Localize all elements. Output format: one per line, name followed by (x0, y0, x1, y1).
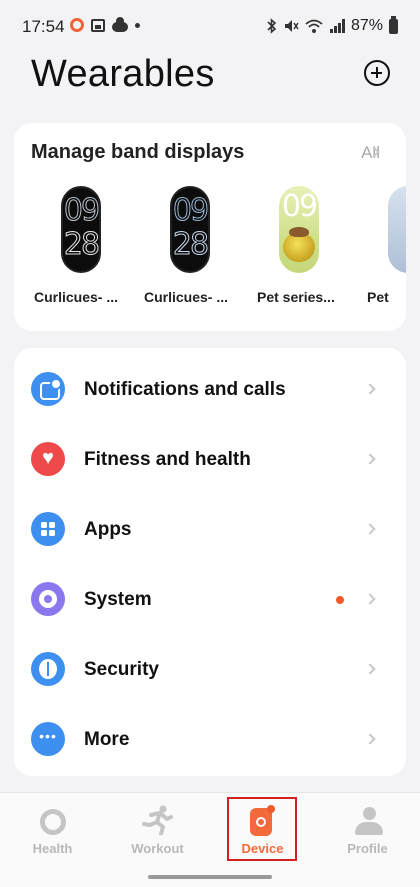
menu-item-label: Fitness and health (84, 449, 251, 470)
band-display-digits: 28 (63, 227, 99, 262)
nav-tab-label: Health (32, 841, 73, 856)
band-display-digits: 28 (172, 227, 208, 262)
band-display-digits: 09 (281, 189, 318, 224)
band-display-label[interactable]: Curlicues- ... (34, 289, 118, 305)
nav-tab-workout[interactable]: Workout (105, 793, 210, 863)
bluetooth-icon (267, 18, 277, 34)
recording-ring-icon (70, 18, 84, 32)
cloud-icon (112, 17, 128, 32)
bottom-navigation: Health Workout Device Profile (0, 792, 420, 887)
system-icon (31, 582, 65, 616)
apps-grid-icon (31, 512, 65, 546)
menu-item-label: Notifications and calls (84, 379, 286, 400)
pet-illustration (283, 227, 315, 262)
page-title: Wearables (31, 53, 215, 95)
status-right-icons: 87% (267, 15, 398, 35)
mute-icon (284, 20, 299, 32)
active-tab-highlight (227, 797, 297, 861)
battery-icon (389, 15, 398, 34)
menu-item-label: More (84, 729, 130, 750)
health-ring-icon (40, 809, 66, 835)
chevron-right-icon (364, 523, 376, 535)
battery-percent: 87% (350, 17, 383, 34)
band-display-digits: 09 (172, 193, 208, 228)
profile-icon (355, 807, 383, 837)
nav-tab-label: Profile (347, 841, 388, 856)
menu-item-more[interactable]: More (14, 703, 406, 773)
running-icon (142, 805, 173, 835)
nav-tab-health[interactable]: Health (0, 793, 105, 863)
band-displays-title: Manage band displays (31, 141, 245, 163)
more-icon (31, 722, 65, 756)
wifi-icon (305, 19, 323, 33)
band-display-digits: 09 (63, 193, 99, 228)
home-indicator[interactable] (148, 875, 272, 879)
band-display-1[interactable]: 09 28 (61, 186, 101, 273)
status-time: 17:54 (22, 17, 65, 36)
chevron-right-icon (364, 453, 376, 465)
band-display-label[interactable]: Pet series... (257, 289, 335, 305)
status-left-icons (70, 17, 140, 32)
menu-item-apps[interactable]: Apps (14, 493, 406, 563)
notification-icon (31, 372, 65, 406)
band-display-label[interactable]: Curlicues- ... (144, 289, 228, 305)
dot-icon (135, 22, 140, 28)
settings-menu-card: Notifications and calls Fitness and heal… (14, 348, 406, 776)
band-displays-card: Manage band displays All 09 28 Curlicues… (14, 123, 406, 331)
chevron-right-icon (364, 663, 376, 675)
chevron-right-icon (364, 593, 376, 605)
menu-item-notifications[interactable]: Notifications and calls (14, 353, 406, 423)
menu-item-security[interactable]: Security (14, 633, 406, 703)
status-bar: 17:54 87% (0, 0, 420, 52)
notification-dot (336, 596, 344, 604)
band-display-3[interactable]: 09 (279, 186, 319, 273)
menu-item-system[interactable]: System (14, 563, 406, 633)
menu-item-label: Apps (84, 519, 132, 540)
nav-tab-label: Workout (131, 841, 184, 856)
chevron-right-icon (364, 383, 376, 395)
chevron-right-icon (364, 733, 376, 745)
gallery-icon (91, 18, 105, 32)
add-device-button[interactable] (364, 60, 390, 86)
nav-tab-profile[interactable]: Profile (315, 793, 420, 863)
signal-icon (329, 19, 345, 33)
heart-icon (31, 442, 65, 476)
menu-item-fitness[interactable]: Fitness and health (14, 423, 406, 493)
menu-item-label: Security (84, 659, 159, 680)
band-display-4[interactable] (388, 186, 406, 273)
shield-icon (31, 652, 65, 686)
menu-item-label: System (84, 589, 152, 610)
band-display-2[interactable]: 09 28 (170, 186, 210, 273)
band-display-label[interactable]: Pet (367, 289, 389, 305)
